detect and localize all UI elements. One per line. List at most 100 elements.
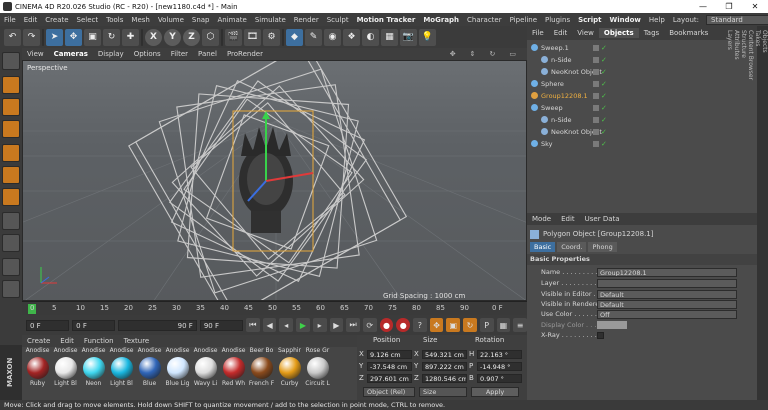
tab-basic[interactable]: Basic [530,242,556,252]
rotation-h-field[interactable]: 22.163 ° [477,349,522,359]
tab-phong[interactable]: Phong [588,242,617,252]
attribute-menu-mode[interactable]: Mode [527,215,556,223]
object-menu-edit[interactable]: Edit [549,29,573,37]
object-menu-file[interactable]: File [527,29,549,37]
menu-file[interactable]: File [0,16,20,24]
play-forward-icon[interactable]: ▶ [296,318,310,332]
size-mode-dropdown[interactable]: Size [419,387,467,397]
object-tree-item[interactable]: NeoKnot Object ✓ [527,66,757,77]
menu-volume[interactable]: Volume [154,16,188,24]
material-swatch[interactable]: Anodise Light Bl [108,347,135,400]
material-swatch[interactable]: Anodise Wavy Li [192,347,219,400]
size-z-field[interactable]: 1280.546 cm [422,373,467,383]
orbit-view-icon[interactable]: ↻ [485,50,501,58]
model-mode-icon[interactable] [2,76,20,94]
material-swatch[interactable]: Anodise Blue Lig [164,347,191,400]
maximize-button[interactable]: ❐ [716,2,742,11]
visibility-dots[interactable] [593,116,599,123]
object-tree-item[interactable]: NeoKnot Object ✓ [527,126,757,137]
viewport-menu-filter[interactable]: Filter [166,50,193,58]
visibility-dots[interactable] [593,140,599,147]
redo-icon[interactable]: ↷ [23,28,40,46]
enabled-check-icon[interactable]: ✓ [601,56,607,64]
keyframe-selection-icon[interactable]: ? [413,318,427,332]
material-swatch[interactable]: Rose Gr Circuit L [304,347,331,400]
menu-edit[interactable]: Edit [20,16,42,24]
enabled-check-icon[interactable]: ✓ [601,44,607,52]
enabled-check-icon[interactable]: ✓ [601,104,607,112]
previous-key-icon[interactable]: ◀ [262,318,277,332]
object-menu-bookmarks[interactable]: Bookmarks [664,29,713,37]
object-tree-item[interactable]: Sweep ✓ [527,102,757,113]
apply-button[interactable]: Apply [471,387,519,397]
side-tab-structure[interactable]: Structure [740,26,747,400]
next-frame-icon[interactable]: ▸ [312,318,327,332]
material-swatch[interactable]: Beer Bo French F [248,347,275,400]
attribute-menu-user-data[interactable]: User Data [580,215,625,223]
max-frame-field[interactable]: 90 F [199,319,243,331]
workplane-lock-icon[interactable] [2,280,20,298]
start-frame-field[interactable]: 0 F [26,319,70,331]
make-editable-icon[interactable] [2,52,20,70]
enabled-check-icon[interactable]: ✓ [601,128,607,136]
deformer-icon[interactable]: ◐ [362,28,379,46]
viewport-menu-prorender[interactable]: ProRender [222,50,268,58]
cube-object-icon[interactable]: ◆ [286,28,303,46]
cloner-icon[interactable]: ❖ [343,28,360,46]
menu-render[interactable]: Render [290,16,323,24]
viewport-menu-panel[interactable]: Panel [193,50,222,58]
side-tab-objects[interactable]: Objects [761,26,768,400]
viewport-menu-view[interactable]: View [22,50,49,58]
go-to-end-icon[interactable]: ⏭ [346,318,360,332]
material-menu-create[interactable]: Create [22,337,55,345]
previous-frame-icon[interactable]: ◂ [279,318,294,332]
viewport-menu-options[interactable]: Options [129,50,166,58]
next-key-icon[interactable]: ▶ [329,318,344,332]
menu-snap[interactable]: Snap [188,16,214,24]
render-settings-icon[interactable]: ⚙ [263,28,280,46]
object-menu-tags[interactable]: Tags [639,29,665,37]
loop-icon[interactable]: ⟳ [362,318,377,332]
menu-select[interactable]: Select [73,16,103,24]
name-field[interactable]: Group12208.1 [597,267,737,277]
record-scale-icon[interactable]: ▣ [446,318,461,332]
move-tool-icon[interactable]: ✥ [65,28,82,46]
material-swatch[interactable]: Anodise Light Bl [52,347,79,400]
floor-icon[interactable]: ▦ [381,28,398,46]
menu-pipeline[interactable]: Pipeline [506,16,541,24]
z-axis-lock-button[interactable]: Z [183,28,200,46]
layout-dropdown[interactable]: Standard [706,14,768,25]
current-frame-field[interactable]: 0 F [72,319,116,331]
menu-sculpt[interactable]: Sculpt [323,16,353,24]
menu-create[interactable]: Create [41,16,72,24]
visible-in-renderer-dropdown[interactable]: Default [597,299,737,309]
object-tree-item[interactable]: n-Side ✓ [527,54,757,65]
render-view-icon[interactable]: 🎬 [225,28,242,46]
object-tree-item[interactable]: n-Side ✓ [527,114,757,125]
minimize-button[interactable]: — [690,2,716,11]
menu-character[interactable]: Character [463,16,506,24]
visibility-dots[interactable] [593,104,599,111]
enabled-check-icon[interactable]: ✓ [601,116,607,124]
menu-mesh[interactable]: Mesh [127,16,153,24]
object-tree-item[interactable]: Sky ✓ [527,138,757,149]
viewport-menu-cameras[interactable]: Cameras [49,50,93,58]
visibility-dots[interactable] [593,128,599,135]
record-rotation-icon[interactable]: ↻ [463,318,477,332]
menu-tools[interactable]: Tools [102,16,127,24]
size-x-field[interactable]: 549.321 cm [422,349,467,359]
visibility-dots[interactable] [593,44,599,51]
close-button[interactable]: ✕ [742,2,768,11]
coordinate-mode-dropdown[interactable]: Object (Rel) [363,387,415,397]
3d-viewport[interactable]: Perspective Grid Spacing : 1000 cm [22,60,527,301]
side-tab-takes[interactable]: Takes [754,26,761,400]
visibility-dots[interactable] [593,56,599,63]
light-icon[interactable]: 💡 [419,28,436,46]
y-axis-lock-button[interactable]: Y [164,28,181,46]
timeline-ruler[interactable]: 0 5 10 15 20 25 30 35 40 45 50 55 60 65 … [22,301,527,315]
visibility-dots[interactable] [593,80,599,87]
layer-field[interactable] [597,278,737,288]
tab-coord[interactable]: Coord. [557,242,587,252]
side-tab-content-browser[interactable]: Content Browser [747,26,754,400]
object-tree-item[interactable]: Group12208.1 ✓ [527,90,757,101]
